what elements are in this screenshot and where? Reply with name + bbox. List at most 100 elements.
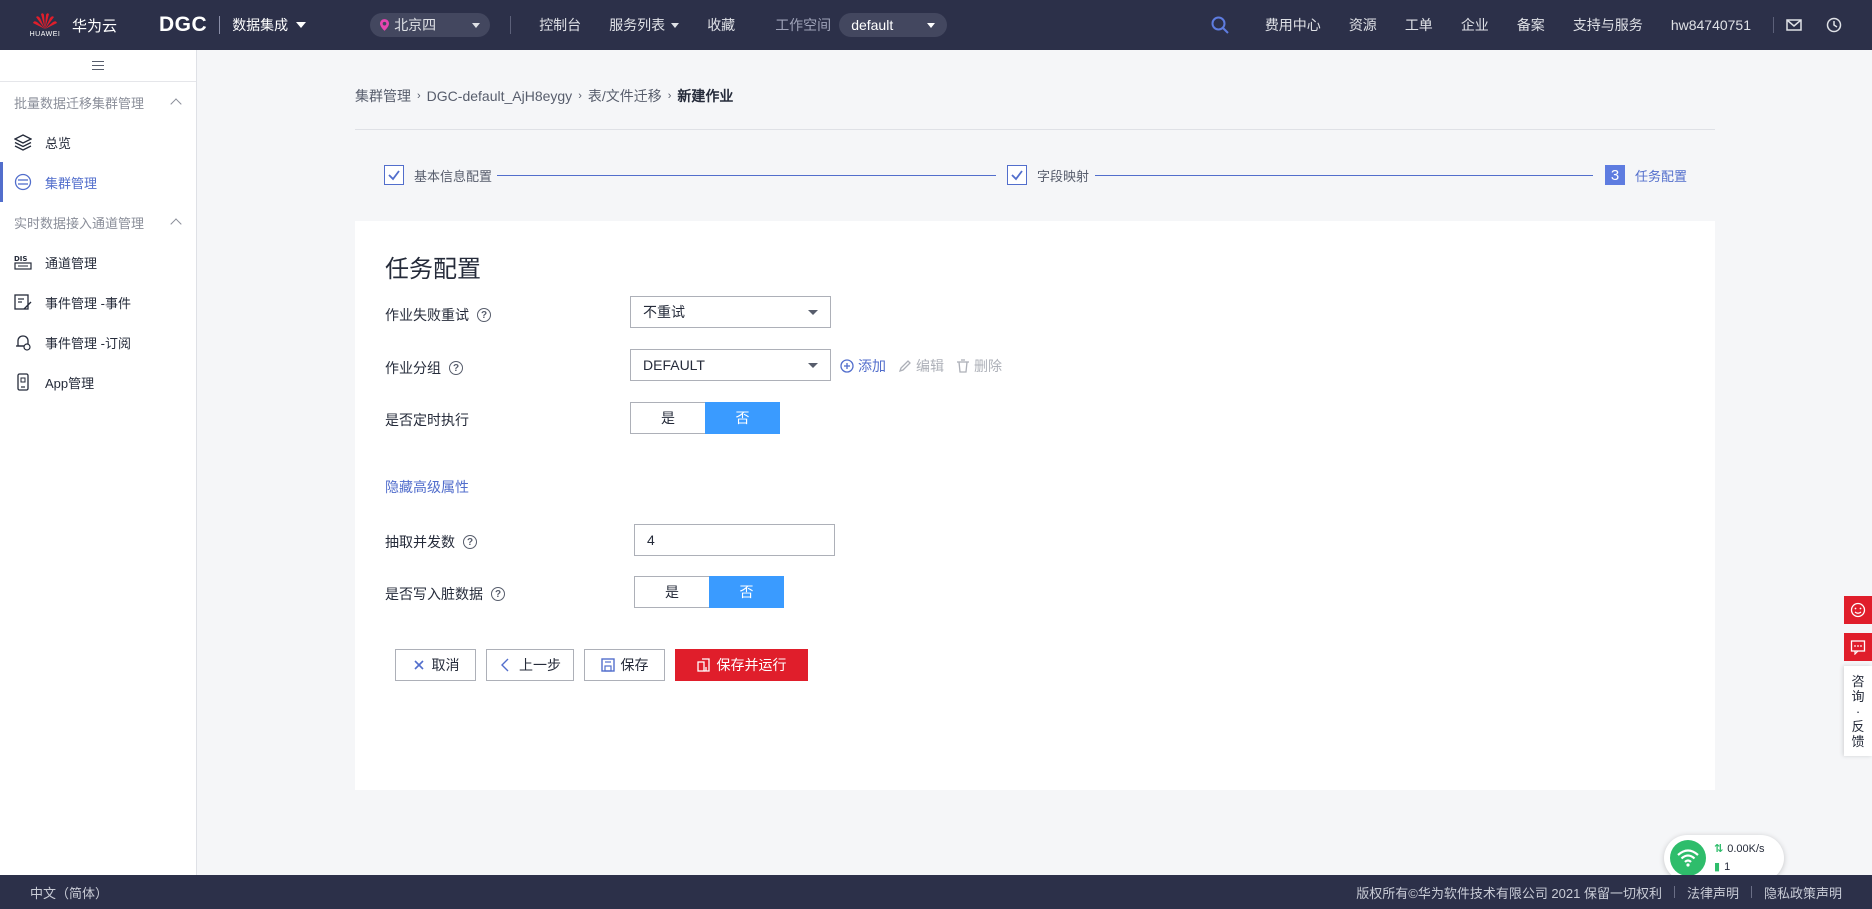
help-icon[interactable]: ? bbox=[477, 308, 491, 322]
breadcrumb: 集群管理 › DGC-default_AjH8eygy › 表/文件迁移 › 新… bbox=[355, 86, 733, 106]
brand[interactable]: HUAWEI 华为云 bbox=[28, 8, 117, 42]
sidebar-item-event[interactable]: 事件管理 -事件 bbox=[0, 282, 196, 322]
nav-console[interactable]: 控制台 bbox=[539, 15, 581, 35]
cancel-button[interactable]: 取消 bbox=[395, 649, 476, 681]
smiley-icon bbox=[1850, 602, 1866, 618]
chevron-up-icon bbox=[170, 98, 182, 110]
nav-support[interactable]: 支持与服务 bbox=[1573, 15, 1643, 35]
battery-icon: ▮ bbox=[1714, 861, 1721, 873]
nav-service-list[interactable]: 服务列表 bbox=[609, 15, 680, 35]
location-pin-icon bbox=[380, 19, 390, 31]
check-icon bbox=[1007, 165, 1027, 185]
group-actions: 添加 编辑 删除 bbox=[840, 356, 1014, 376]
nav-billing[interactable]: 费用中心 bbox=[1265, 15, 1321, 35]
group-label: 作业分组 ? bbox=[385, 358, 463, 378]
clock-icon[interactable] bbox=[1826, 17, 1842, 33]
run-icon bbox=[696, 658, 710, 672]
sidebar: 批量数据迁移集群管理 总览 集群管理 实时数据接入通道管理 DIS 通道管理 事… bbox=[0, 50, 197, 875]
sidebar-section-batch[interactable]: 批量数据迁移集群管理 bbox=[0, 82, 196, 122]
top-nav: HUAWEI 华为云 DGC 数据集成 北京四 控制台 服务列表 收藏 工作空间… bbox=[0, 0, 1872, 50]
help-icon[interactable]: ? bbox=[449, 361, 463, 375]
mail-icon[interactable] bbox=[1786, 17, 1802, 33]
chevron-right-icon: › bbox=[667, 90, 672, 102]
page-title: 任务配置 bbox=[385, 256, 481, 283]
dis-icon: DIS bbox=[14, 255, 32, 270]
help-icon[interactable]: ? bbox=[463, 535, 477, 549]
sidebar-item-app[interactable]: App管理 bbox=[0, 362, 196, 402]
breadcrumb-migration[interactable]: 表/文件迁移 bbox=[588, 86, 662, 106]
group-select[interactable]: DEFAULT bbox=[630, 349, 831, 381]
chat-button[interactable] bbox=[1844, 633, 1872, 661]
retry-select[interactable]: 不重试 bbox=[630, 296, 831, 328]
sidebar-section-realtime[interactable]: 实时数据接入通道管理 bbox=[0, 202, 196, 242]
nav-favorites[interactable]: 收藏 bbox=[707, 15, 735, 35]
language-selector[interactable]: 中文（简体） bbox=[30, 883, 108, 902]
concurrency-label: 抽取并发数 ? bbox=[385, 532, 477, 552]
huawei-logo-icon: HUAWEI bbox=[28, 8, 62, 42]
brand-name: 华为云 bbox=[72, 17, 118, 35]
svg-text:DIS: DIS bbox=[14, 255, 27, 263]
nav-enterprise[interactable]: 企业 bbox=[1461, 15, 1489, 35]
legal-link[interactable]: 法律声明 bbox=[1687, 883, 1739, 902]
help-icon[interactable]: ? bbox=[491, 587, 505, 601]
sidebar-collapse-toggle[interactable] bbox=[0, 50, 196, 82]
add-group-button[interactable]: 添加 bbox=[840, 356, 886, 376]
trash-icon bbox=[957, 359, 969, 373]
caret-down-icon bbox=[808, 362, 818, 368]
step-basic-info[interactable]: 基本信息配置 bbox=[384, 165, 492, 185]
delete-group-button[interactable]: 删除 bbox=[956, 356, 1002, 376]
chevron-left-icon bbox=[501, 658, 509, 672]
region-selector[interactable]: 北京四 bbox=[370, 13, 491, 37]
breadcrumb-cluster[interactable]: 集群管理 bbox=[355, 86, 411, 106]
nav-resources[interactable]: 资源 bbox=[1349, 15, 1377, 35]
user-account[interactable]: hw84740751 bbox=[1671, 17, 1751, 33]
nav-filing[interactable]: 备案 bbox=[1517, 15, 1545, 35]
breadcrumb-cluster-name[interactable]: DGC-default_AjH8eygy bbox=[427, 88, 573, 104]
dirty-data-label: 是否写入脏数据 ? bbox=[385, 584, 505, 604]
service-dropdown[interactable]: 数据集成 bbox=[232, 15, 307, 35]
caret-down-icon bbox=[296, 22, 307, 28]
step-field-mapping[interactable]: 字段映射 bbox=[1007, 165, 1089, 185]
privacy-link[interactable]: 隐私政策声明 bbox=[1764, 883, 1842, 902]
dirty-data-no-option[interactable]: 否 bbox=[709, 576, 784, 608]
concurrency-input[interactable]: 4 bbox=[634, 524, 835, 556]
hide-advanced-link[interactable]: 隐藏高级属性 bbox=[385, 477, 469, 497]
divider bbox=[1673, 886, 1675, 898]
save-and-run-button[interactable]: 保存并运行 bbox=[675, 649, 808, 681]
step-connector bbox=[497, 175, 996, 176]
divider bbox=[510, 16, 512, 34]
step-connector bbox=[1095, 175, 1593, 176]
consult-feedback-tab[interactable]: 咨 询 · 反 馈 bbox=[1844, 666, 1872, 756]
divider bbox=[1773, 17, 1774, 33]
save-button[interactable]: 保存 bbox=[584, 649, 665, 681]
caret-down-icon bbox=[472, 22, 481, 28]
product-name[interactable]: DGC bbox=[159, 13, 207, 37]
sidebar-item-channel[interactable]: DIS 通道管理 bbox=[0, 242, 196, 282]
schedule-no-option[interactable]: 否 bbox=[705, 402, 780, 434]
close-icon bbox=[413, 660, 424, 670]
footer: 中文（简体） 版权所有©华为软件技术有限公司 2021 保留一切权利 法律声明 … bbox=[0, 875, 1872, 909]
pencil-icon bbox=[898, 360, 911, 373]
chat-icon bbox=[1850, 640, 1866, 655]
previous-step-button[interactable]: 上一步 bbox=[486, 649, 574, 681]
edit-group-button[interactable]: 编辑 bbox=[898, 356, 944, 376]
network-stats: ⇅ 0.00K/s ▮ 1 bbox=[1714, 843, 1765, 873]
dirty-data-toggle: 是 否 bbox=[634, 576, 784, 608]
sidebar-item-cluster[interactable]: 集群管理 bbox=[0, 162, 196, 202]
search-icon[interactable] bbox=[1211, 16, 1229, 34]
schedule-yes-option[interactable]: 是 bbox=[630, 402, 705, 434]
chevron-right-icon: › bbox=[578, 90, 582, 102]
chevron-up-icon bbox=[170, 218, 182, 230]
mobile-icon bbox=[17, 373, 29, 391]
menu-icon bbox=[92, 61, 104, 70]
nav-right: 费用中心 资源 工单 企业 备案 支持与服务 hw84740751 bbox=[1211, 0, 1872, 50]
footer-links: 版权所有©华为软件技术有限公司 2021 保留一切权利 法律声明 隐私政策声明 bbox=[1356, 883, 1842, 902]
nav-tickets[interactable]: 工单 bbox=[1405, 15, 1433, 35]
task-config-card: 任务配置 作业失败重试 ? 不重试 作业分组 ? DEFAULT 添加 编辑 删… bbox=[355, 221, 1715, 790]
sidebar-item-subscription[interactable]: 事件管理 -订阅 bbox=[0, 322, 196, 362]
workspace-select[interactable]: default bbox=[839, 13, 948, 37]
dirty-data-yes-option[interactable]: 是 bbox=[634, 576, 709, 608]
smiley-feedback-button[interactable] bbox=[1844, 596, 1872, 624]
wizard-steps: 基本信息配置 字段映射 3 任务配置 bbox=[384, 165, 1715, 187]
sidebar-item-overview[interactable]: 总览 bbox=[0, 122, 196, 162]
